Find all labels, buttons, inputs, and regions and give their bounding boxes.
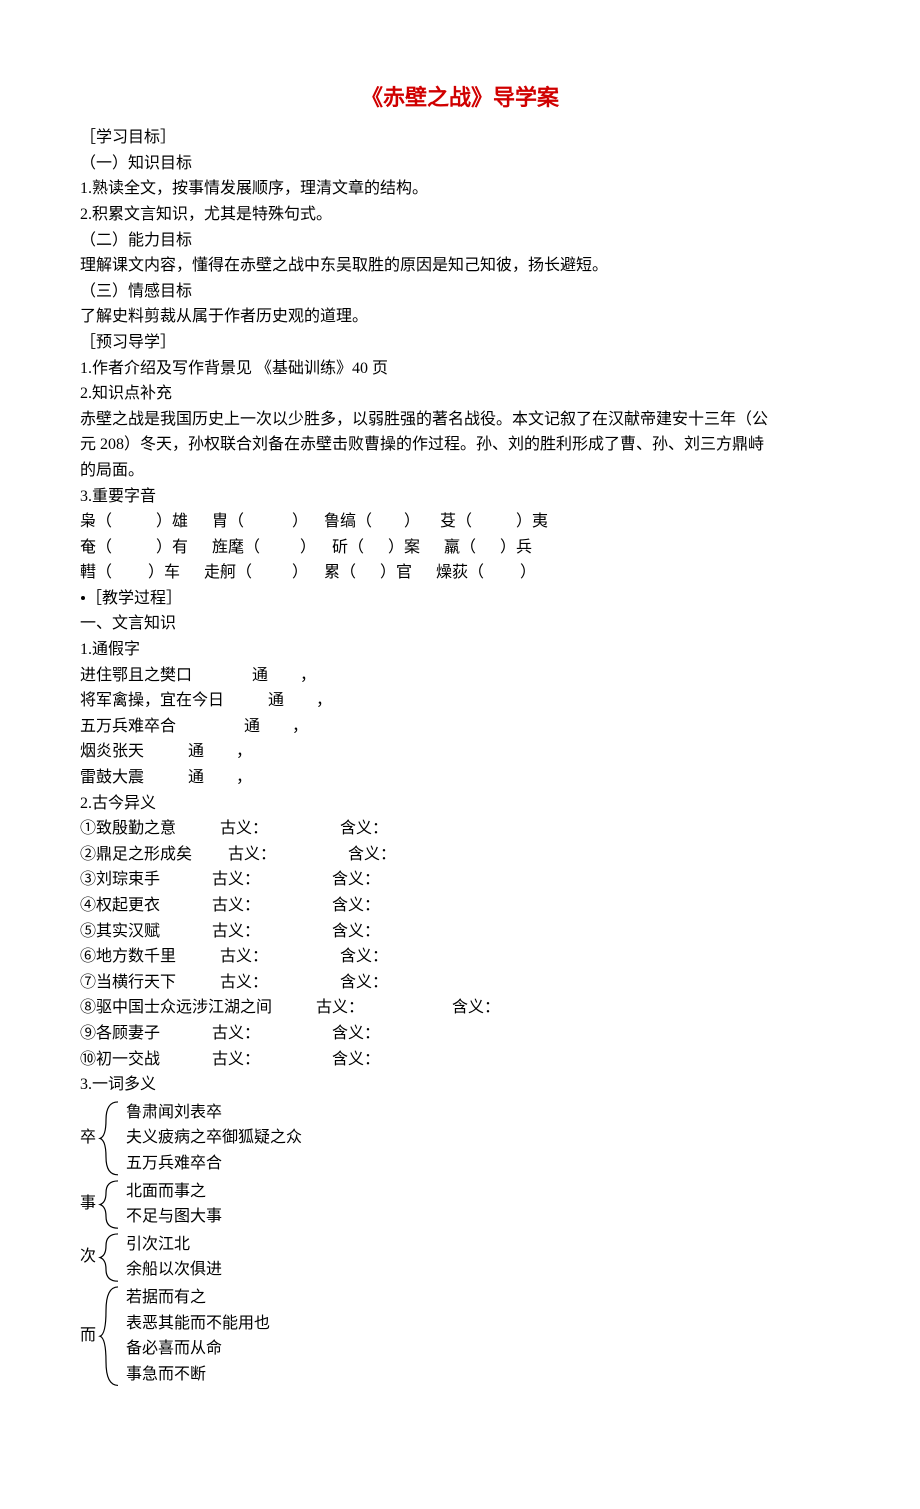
brace-item: 不足与图大事	[126, 1204, 840, 1230]
brace-item: 余船以次俱进	[126, 1257, 840, 1283]
phonetic-row: 轊（ ）车 走舸（ ） 累（ ）官 燥荻（ ）	[80, 560, 840, 586]
preview-item: 3.重要字音	[80, 484, 840, 510]
text-content: 1.作者介绍及写作背景见 《基础训练》40 页	[80, 360, 388, 377]
heading-preview: ［预习导学］	[80, 330, 840, 356]
brace-icon	[98, 1285, 122, 1387]
phonetic-row: 枭（ ）雄 胄（ ） 鲁缟（ ） 芟（ ）夷	[80, 509, 840, 535]
objective-item: 2.积累文言知识，尤其是特殊句式。	[80, 202, 840, 228]
heading-yici: 3.一词多义	[80, 1072, 840, 1098]
gujin-row: ②鼎足之形成矣 古义： 含义：	[80, 842, 840, 868]
dot-icon	[81, 596, 85, 600]
heading-tongjia: 1.通假字	[80, 637, 840, 663]
preview-item: 2.知识点补充	[80, 381, 840, 407]
brace-item: 备必喜而从命	[126, 1336, 840, 1362]
brace-icon	[98, 1232, 122, 1283]
brace-item: 表恶其能而不能用也	[126, 1311, 840, 1337]
brace-item: 北面而事之	[126, 1179, 840, 1205]
heading-process: ［教学过程］	[80, 586, 840, 612]
paragraph-line: 赤壁之战是我国历史上一次以少胜多，以弱胜强的著名战役。本文记叙了在汉献帝建安十三…	[80, 407, 840, 433]
heading-emotion: （三）情感目标	[80, 279, 840, 305]
heading-knowledge: （一）知识目标	[80, 151, 840, 177]
gujin-row: ③刘琮束手 古义： 含义：	[80, 867, 840, 893]
brace-item: 事急而不断	[126, 1362, 840, 1388]
objective-item: 了解史料剪裁从属于作者历史观的道理。	[80, 304, 840, 330]
gujin-row: ④权起更衣 古义： 含义：	[80, 893, 840, 919]
brace-group-shi: 事 北面而事之 不足与图大事	[80, 1179, 840, 1230]
tongjia-row: 雷鼓大震 通 ，	[80, 765, 840, 791]
brace-icon	[98, 1179, 122, 1230]
preview-item: 1.作者介绍及写作背景见 《基础训练》40 页	[80, 356, 840, 382]
brace-item: 若据而有之	[126, 1285, 840, 1311]
brace-group-ci: 次 引次江北 余船以次俱进	[80, 1232, 840, 1283]
gujin-row: ①致殷勤之意 古义： 含义：	[80, 816, 840, 842]
text-content: ⑦当横行天下 古义： 含义：	[80, 974, 388, 991]
heading-gujin: 2.古今异义	[80, 791, 840, 817]
page-title: 《赤壁之战》导学案	[80, 80, 840, 115]
brace-label-shi: 事	[80, 1191, 100, 1217]
brace-group-er: 而 若据而有之 表恶其能而不能用也 备必喜而从命 事急而不断	[80, 1285, 840, 1387]
gujin-row: ⑧驱中国士众远涉江湖之间 古义： 含义：	[80, 995, 840, 1021]
heading-wenyan: 一、文言知识	[80, 611, 840, 637]
paragraph-line: 的局面。	[80, 458, 840, 484]
brace-label-er: 而	[80, 1323, 100, 1349]
brace-group-zu: 卒 鲁肃闻刘表卒 夫义疲病之卒御狐疑之众 五万兵难卒合	[80, 1100, 840, 1177]
gujin-row: ⑤其实汉赋 古义： 含义：	[80, 919, 840, 945]
tongjia-row: 将军禽操，宜在今日 通 ，	[80, 688, 840, 714]
brace-icon	[98, 1100, 122, 1177]
heading-ability: （二）能力目标	[80, 228, 840, 254]
brace-item: 引次江北	[126, 1232, 840, 1258]
brace-item: 鲁肃闻刘表卒	[126, 1100, 840, 1126]
brace-label-zu: 卒	[80, 1125, 100, 1151]
brace-item: 五万兵难卒合	[126, 1151, 840, 1177]
gujin-row: ⑥地方数千里 古义： 含义：	[80, 944, 840, 970]
tongjia-row: 五万兵难卒合 通 ，	[80, 714, 840, 740]
text-content: ［教学过程］	[86, 590, 182, 607]
objective-item: 1.熟读全文，按事情发展顺序，理清文章的结构。	[80, 176, 840, 202]
phonetic-row: 奄（ ）有 旌麾（ ） 斫（ ）案 羸（ ）兵	[80, 535, 840, 561]
objective-item: 理解课文内容，懂得在赤壁之战中东吴取胜的原因是知己知彼，扬长避短。	[80, 253, 840, 279]
gujin-row: ⑦当横行天下 古义： 含义：	[80, 970, 840, 996]
tongjia-row: 进住鄂且之樊口 通 ，	[80, 663, 840, 689]
paragraph-line: 元 208）冬天，孙权联合刘备在赤壁击败曹操的作过程。孙、刘的胜利形成了曹、孙、…	[80, 432, 840, 458]
gujin-row: ⑩初一交战 古义： 含义：	[80, 1047, 840, 1073]
gujin-row: ⑨各顾妻子 古义： 含义：	[80, 1021, 840, 1047]
brace-label-ci: 次	[80, 1245, 100, 1271]
heading-objectives: ［学习目标］	[80, 125, 840, 151]
tongjia-row: 烟炎张天 通 ，	[80, 739, 840, 765]
brace-item: 夫义疲病之卒御狐疑之众	[126, 1125, 840, 1151]
